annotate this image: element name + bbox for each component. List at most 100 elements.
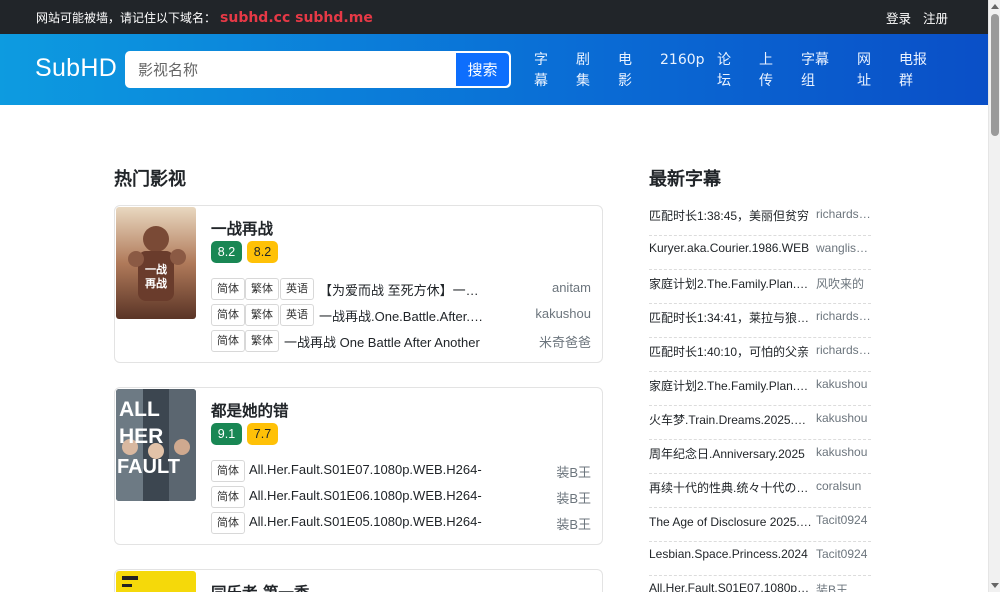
svg-text:ALL: ALL — [119, 398, 160, 421]
latest-uploader[interactable]: wanglisheng — [816, 241, 871, 255]
rating-badge-imdb: 7.7 — [247, 423, 278, 445]
subtitle-link[interactable]: 【为爱而战 至死方休】一战再战 One Battle After Another — [319, 280, 489, 299]
subtitle-row: 简体 All.Her.Fault.S01E06.1080p.WEB.H264- … — [211, 486, 591, 508]
subtitle-link[interactable]: All.Her.Fault.S01E07.1080p.WEB.H264- — [249, 462, 499, 477]
latest-uploader[interactable]: richardsun — [816, 207, 871, 221]
latest-uploader[interactable]: richardsun — [816, 343, 871, 357]
nav-item-2160p[interactable]: 2160p — [660, 50, 708, 71]
subtitle-link[interactable]: All.Her.Fault.S01E06.1080p.WEB.H264- — [249, 488, 499, 503]
list-item[interactable]: Lesbian.Space.Princess.2024 Tacit0924 — [649, 542, 871, 576]
search-button[interactable]: 搜索 — [455, 52, 510, 87]
nav-item-movies[interactable]: 电影 — [618, 50, 634, 92]
latest-subtitle-name[interactable]: 再续十代的性典.统々十代の性典 — [649, 479, 812, 496]
svg-text:HER: HER — [119, 425, 163, 448]
register-link[interactable]: 注册 — [923, 11, 948, 26]
latest-subtitle-name[interactable]: 火车梦.Train.Dreams.2025.官方 — [649, 411, 812, 428]
lang-tag: 简体 — [211, 278, 245, 300]
subtitle-link[interactable]: 一战再战 One Battle After Another — [284, 332, 490, 351]
nav-item-upload[interactable]: 上传 — [759, 50, 775, 92]
scroll-up-arrow-icon[interactable] — [991, 4, 999, 9]
movie-title[interactable]: 同乐者 第一季 — [211, 581, 309, 592]
search-input[interactable] — [126, 52, 456, 87]
latest-uploader[interactable]: 风吹来的 — [816, 275, 871, 292]
uploader-name[interactable]: anitam — [552, 280, 591, 295]
list-item[interactable]: 匹配时长1:38:45，美丽但贫穷 richardsun — [649, 202, 871, 236]
list-item[interactable]: 再续十代的性典.统々十代の性典 coralsun — [649, 474, 871, 508]
latest-subtitle-name[interactable]: 家庭计划2.The.Family.Plan.2.2025 — [649, 377, 812, 394]
latest-subtitle-name[interactable]: 匹配时长1:34:41，莱拉与狼.Lila — [649, 309, 812, 326]
movie-title[interactable]: 一战再战 — [211, 217, 273, 239]
lang-tag: 英语 — [280, 278, 314, 300]
latest-subtitle-name[interactable]: 周年纪念日.Anniversary.2025 — [649, 445, 812, 462]
list-item[interactable]: 匹配时长1:34:41，莱拉与狼.Lila richardsun — [649, 304, 871, 338]
latest-uploader[interactable]: Tacit0924 — [816, 547, 871, 561]
uploader-name[interactable]: 装B王 — [556, 514, 591, 533]
movie-poster[interactable]: 一战 再战 — [116, 207, 196, 319]
list-item[interactable]: The Age of Disclosure 2025.官方 Tacit0924 — [649, 508, 871, 542]
site-header: SubHD 搜索 字幕 剧集 电影 2160p 论坛 上传 字幕组 网址 电报群 — [0, 34, 988, 105]
nav-item-sites[interactable]: 网址 — [857, 50, 873, 92]
movie-title[interactable]: 都是她的错 — [211, 399, 289, 421]
subtitle-row: 简体 All.Her.Fault.S01E05.1080p.WEB.H264- … — [211, 512, 591, 534]
subtitle-row: 简体 繁体 一战再战 One Battle After Another 米奇爸爸 — [211, 330, 591, 352]
nav-item-forum[interactable]: 论坛 — [717, 50, 733, 92]
nav-item-subtitles[interactable]: 字幕 — [534, 50, 550, 92]
latest-uploader[interactable]: kakushou — [816, 411, 871, 425]
lang-tag: 繁体 — [245, 304, 279, 326]
latest-subtitles-list: 匹配时长1:38:45，美丽但贫穷 richardsun Kuryer.aka.C… — [649, 202, 871, 592]
movie-poster[interactable]: ALL HER FAULT — [116, 389, 196, 501]
nav-item-groups[interactable]: 字幕组 — [801, 50, 831, 92]
subtitle-link[interactable]: All.Her.Fault.S01E05.1080p.WEB.H264- — [249, 514, 499, 529]
latest-subtitle-name[interactable]: 家庭计划2.The.Family.Plan.2.2025 — [649, 275, 812, 292]
list-item[interactable]: 匹配时长1:40:10，可怕的父亲 richardsun — [649, 338, 871, 372]
top-notice-bar: 网站可能被墙，请记住以下域名： subhd.cc subhd.me 登录 注册 — [0, 0, 988, 34]
movie-card: 一战 再战 一战再战 8.2 8.2 简体 繁体 英语 【为爱而战 至死方休】一… — [114, 205, 603, 363]
latest-uploader[interactable]: 装B王 — [816, 581, 871, 592]
movie-card: 同乐者 第一季 — [114, 569, 603, 592]
scroll-down-arrow-icon[interactable] — [991, 583, 999, 588]
search-form: 搜索 — [125, 51, 511, 88]
account-links: 登录 注册 — [878, 8, 948, 27]
latest-uploader[interactable]: kakushou — [816, 377, 871, 391]
list-item[interactable]: 家庭计划2.The.Family.Plan.2.2025 kakushou — [649, 372, 871, 406]
lang-tag: 繁体 — [245, 330, 279, 352]
movie-card: ALL HER FAULT 都是她的错 9.1 7.7 简体 All.Her.F… — [114, 387, 603, 545]
login-link[interactable]: 登录 — [886, 11, 911, 26]
notice-text: 网站可能被墙，请记住以下域名： — [36, 11, 217, 25]
latest-uploader[interactable]: Tacit0924 — [816, 513, 871, 527]
uploader-name[interactable]: 米奇爸爸 — [539, 332, 591, 351]
list-item[interactable]: Kuryer.aka.Courier.1986.WEB wanglisheng — [649, 236, 871, 270]
latest-subtitle-name[interactable]: The Age of Disclosure 2025.官方 — [649, 513, 812, 530]
lang-tag: 繁体 — [245, 278, 279, 300]
latest-subtitle-name[interactable]: Lesbian.Space.Princess.2024 — [649, 547, 812, 561]
uploader-name[interactable]: 装B王 — [556, 462, 591, 481]
subtitle-link[interactable]: 一战再战.One.Battle.After.Another — [319, 306, 491, 325]
subtitle-row: 简体 All.Her.Fault.S01E07.1080p.WEB.H264- … — [211, 460, 591, 482]
hot-section-title: 热门影视 — [114, 169, 186, 190]
page-scrollbar[interactable] — [988, 0, 1000, 592]
uploader-name[interactable]: 装B王 — [556, 488, 591, 507]
list-item[interactable]: 家庭计划2.The.Family.Plan.2.2025风吹来的 — [649, 270, 871, 304]
uploader-name[interactable]: kakushou — [535, 306, 591, 321]
latest-uploader[interactable]: coralsun — [816, 479, 871, 493]
svg-text:再战: 再战 — [145, 276, 167, 290]
scroll-thumb[interactable] — [991, 14, 999, 136]
svg-text:一战: 一战 — [145, 262, 167, 276]
list-item[interactable]: All.Her.Fault.S01E07.1080p.WEB 装B王 — [649, 576, 871, 592]
rating-badge-imdb: 8.2 — [247, 241, 278, 263]
latest-uploader[interactable]: kakushou — [816, 445, 871, 459]
latest-subtitle-name[interactable]: 匹配时长1:40:10，可怕的父亲 — [649, 343, 812, 360]
nav-item-series[interactable]: 剧集 — [576, 50, 592, 92]
lang-tag: 简体 — [211, 486, 245, 508]
latest-subtitle-name[interactable]: 匹配时长1:38:45，美丽但贫穷 — [649, 207, 812, 224]
subtitle-row: 简体 繁体 英语 一战再战.One.Battle.After.Another k… — [211, 304, 591, 326]
site-logo[interactable]: SubHD — [35, 54, 117, 83]
latest-uploader[interactable]: richardsun — [816, 309, 871, 323]
list-item[interactable]: 周年纪念日.Anniversary.2025 kakushou — [649, 440, 871, 474]
latest-subtitle-name[interactable]: All.Her.Fault.S01E07.1080p.WEB — [649, 581, 812, 592]
list-item[interactable]: 火车梦.Train.Dreams.2025.官方 kakushou — [649, 406, 871, 440]
movie-poster[interactable] — [116, 571, 196, 592]
latest-section-title: 最新字幕 — [649, 169, 721, 190]
latest-subtitle-name[interactable]: Kuryer.aka.Courier.1986.WEB — [649, 241, 812, 255]
nav-item-telegram[interactable]: 电报群 — [899, 50, 929, 92]
